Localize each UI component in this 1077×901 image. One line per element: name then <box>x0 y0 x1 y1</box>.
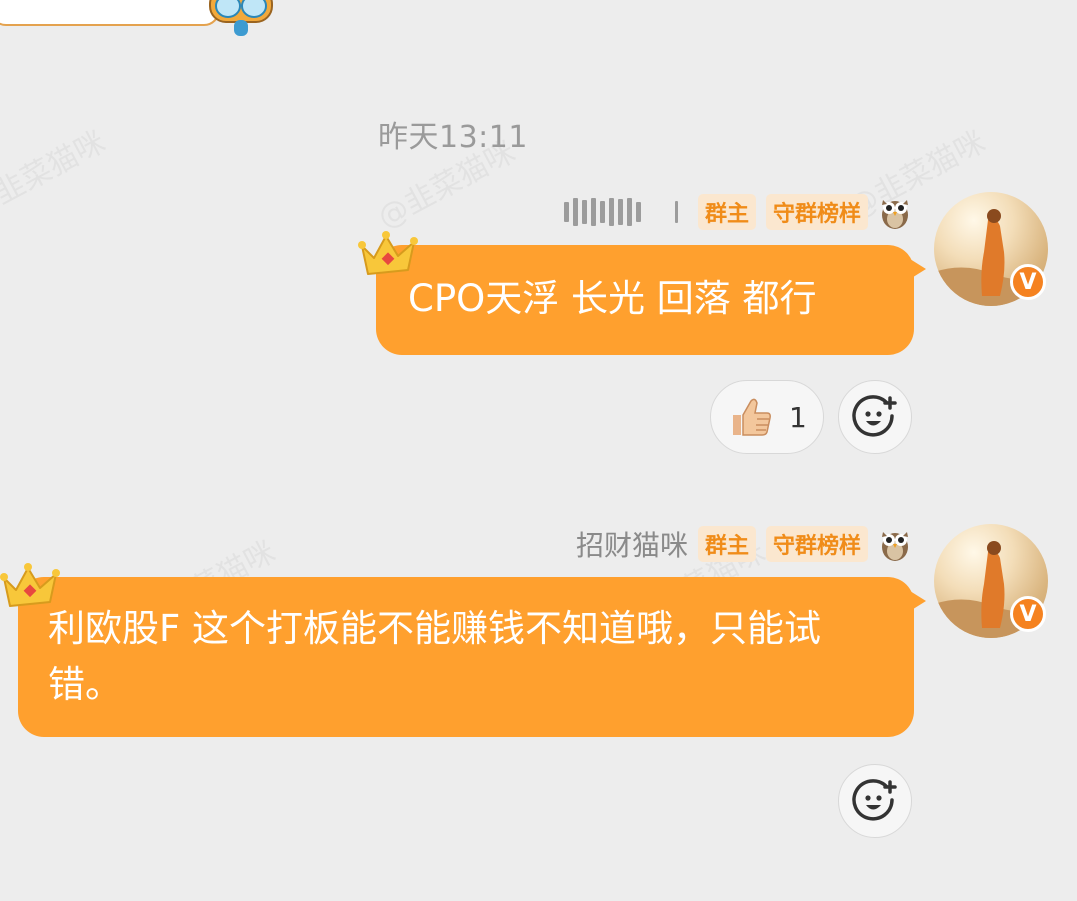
crown-icon <box>0 563 60 607</box>
verified-badge: V <box>1010 264 1046 300</box>
owl-icon <box>882 200 908 229</box>
group-role-badge: 守群榜样 <box>765 194 868 230</box>
crown-icon <box>358 231 418 275</box>
group-role-badge: 守群榜样 <box>765 526 868 562</box>
verified-badge: V <box>1010 596 1046 632</box>
add-reaction-button[interactable] <box>838 380 912 454</box>
sender-avatar[interactable]: V <box>934 192 1048 306</box>
message-header: 群主 守群榜样 <box>563 192 912 232</box>
watermark: @韭菜猫咪 <box>0 117 112 226</box>
thumbs-up-reaction[interactable]: 1 <box>710 380 824 454</box>
message-bubble[interactable]: 利欧股F 这个打板能不能赚钱不知道哦，只能试错。 <box>18 577 926 737</box>
thumbs-up-icon <box>733 398 771 436</box>
sender-avatar[interactable]: V <box>934 524 1048 638</box>
add-emoji-icon <box>852 779 897 821</box>
add-emoji-icon <box>852 395 897 437</box>
group-owner-badge: 群主 <box>697 526 756 562</box>
previous-message-bubble[interactable] <box>0 0 220 26</box>
message-text: CPO天浮 长光 回落 都行 <box>408 277 817 320</box>
message-bubble[interactable]: CPO天浮 长光 回落 都行 <box>376 245 926 355</box>
diving-mask-sticker-icon <box>209 0 273 36</box>
sender-name[interactable]: 招财猫咪 <box>576 524 688 564</box>
message-timestamp: 昨天13:11 <box>378 120 528 155</box>
group-owner-badge: 群主 <box>697 194 756 230</box>
reaction-count: 1 <box>789 400 807 434</box>
add-reaction-button[interactable] <box>838 764 912 838</box>
sender-name-redacted <box>563 198 678 226</box>
owl-icon <box>882 532 908 561</box>
message-text: 利欧股F 这个打板能不能赚钱不知道哦，只能试错。 <box>48 607 822 706</box>
message-header: 招财猫咪 群主 守群榜样 <box>576 524 912 564</box>
